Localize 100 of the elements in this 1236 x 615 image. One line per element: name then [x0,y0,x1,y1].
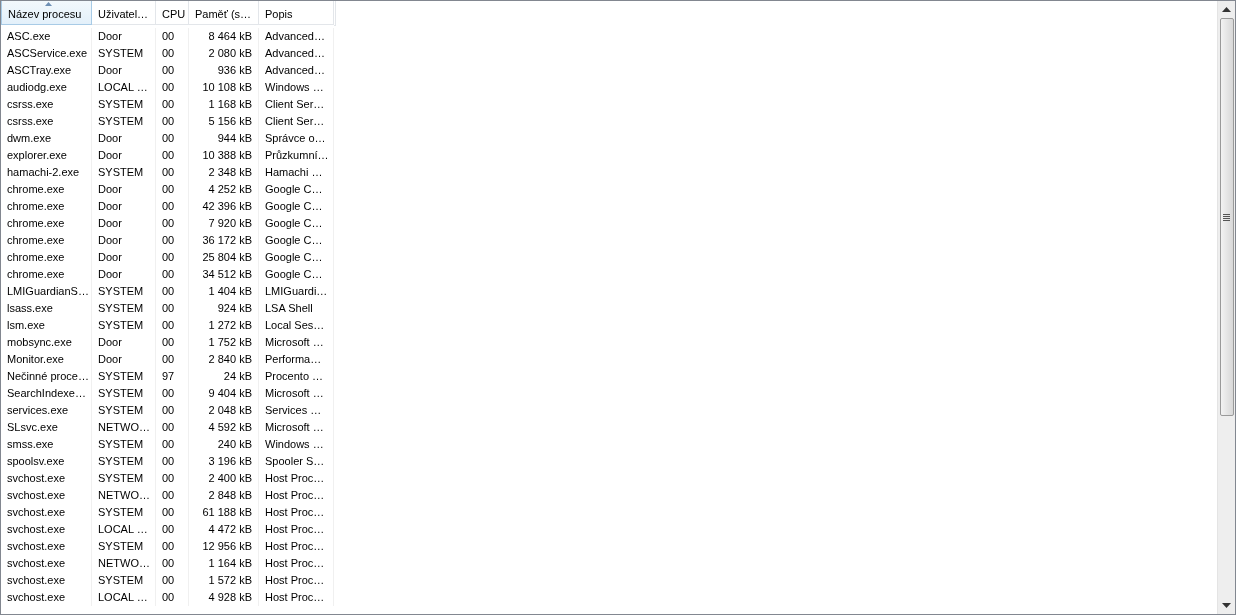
table-cell: Door [92,266,156,283]
table-cell: 00 [156,436,189,453]
table-cell: chrome.exe [1,181,92,198]
table-cell: 1 572 kB [189,572,259,589]
table-cell: ASC.exe [1,28,92,45]
table-cell: 00 [156,215,189,232]
table-cell: Google C… [259,198,334,215]
table-cell: chrome.exe [1,215,92,232]
table-cell: chrome.exe [1,232,92,249]
table-cell: svchost.exe [1,487,92,504]
table-cell: 4 592 kB [189,419,259,436]
column-header[interactable]: CPU [156,1,189,25]
table-cell: LOCAL … [92,589,156,606]
table-cell: Door [92,215,156,232]
table-cell: 4 928 kB [189,589,259,606]
table-cell: audiodg.exe [1,79,92,96]
table-cell: lsm.exe [1,317,92,334]
table-cell: chrome.exe [1,266,92,283]
table-cell: 00 [156,147,189,164]
table-cell: chrome.exe [1,249,92,266]
table-cell: chrome.exe [1,198,92,215]
table-cell: Door [92,62,156,79]
table-cell: LMIGuardianS… [1,283,92,300]
table-cell: 00 [156,572,189,589]
vertical-scrollbar[interactable] [1217,1,1235,614]
table-cell: Host Proc… [259,572,334,589]
table-cell: 240 kB [189,436,259,453]
table-cell: ASCService.exe [1,45,92,62]
column-header[interactable]: Popis [259,1,334,25]
table-cell: 00 [156,334,189,351]
scroll-down-arrow-icon[interactable] [1222,603,1231,608]
scroll-up-arrow-icon[interactable] [1222,7,1231,12]
table-cell: SYSTEM [92,283,156,300]
table-cell: 42 396 kB [189,198,259,215]
table-cell: LOCAL … [92,521,156,538]
table-cell: 2 840 kB [189,351,259,368]
scrollbar-thumb[interactable] [1219,18,1234,416]
table-cell: 00 [156,79,189,96]
table-cell: SYSTEM [92,300,156,317]
table-cell: 00 [156,181,189,198]
table-cell: 00 [156,402,189,419]
table-cell: 10 388 kB [189,147,259,164]
table-cell: 00 [156,555,189,572]
table-cell: Services … [259,402,334,419]
table-cell: Host Proc… [259,504,334,521]
table-cell: Windows … [259,436,334,453]
table-cell: Advanced… [259,28,334,45]
table-cell: 24 kB [189,368,259,385]
table-cell: 00 [156,164,189,181]
table-cell: 3 196 kB [189,453,259,470]
table-cell: svchost.exe [1,504,92,521]
table-cell: 00 [156,28,189,45]
column-header[interactable]: Paměť (s… [189,1,259,25]
table-cell: 5 156 kB [189,113,259,130]
table-cell: 25 804 kB [189,249,259,266]
table-cell: SYSTEM [92,164,156,181]
table-cell: 00 [156,521,189,538]
table-cell: SYSTEM [92,436,156,453]
table-cell: svchost.exe [1,572,92,589]
table-cell: Door [92,181,156,198]
table-cell: 4 472 kB [189,521,259,538]
table-cell: Procento … [259,368,334,385]
table-cell: 00 [156,232,189,249]
table-cell: 9 404 kB [189,385,259,402]
table-cell: 00 [156,470,189,487]
table-cell: Host Proc… [259,555,334,572]
table-cell: 00 [156,419,189,436]
table-cell: 1 164 kB [189,555,259,572]
sort-arrow-icon [45,2,52,6]
table-cell: SYSTEM [92,45,156,62]
table-cell: 00 [156,266,189,283]
table-cell: 00 [156,351,189,368]
table-cell: Door [92,249,156,266]
table-cell: 00 [156,45,189,62]
column-header[interactable]: Uživatel… [92,1,156,25]
table-cell: SYSTEM [92,96,156,113]
table-cell: Host Proc… [259,538,334,555]
table-cell: 1 272 kB [189,317,259,334]
table-cell: 00 [156,300,189,317]
table-cell: 00 [156,589,189,606]
table-cell: Google C… [259,266,334,283]
table-cell: SYSTEM [92,385,156,402]
table-cell: svchost.exe [1,589,92,606]
table-cell: 2 080 kB [189,45,259,62]
table-cell: services.exe [1,402,92,419]
table-cell: Monitor.exe [1,351,92,368]
table-cell: SYSTEM [92,538,156,555]
table-cell: Door [92,334,156,351]
table-cell: 00 [156,538,189,555]
table-cell: NETWO… [92,555,156,572]
table-cell: 7 920 kB [189,215,259,232]
table-cell: Microsoft … [259,419,334,436]
table-cell: svchost.exe [1,538,92,555]
table-cell: SYSTEM [92,402,156,419]
table-cell: ASCTray.exe [1,62,92,79]
column-header[interactable]: Název procesu [1,1,92,25]
table-cell: 97 [156,368,189,385]
table-cell: spoolsv.exe [1,453,92,470]
table-cell: Spooler S… [259,453,334,470]
table-cell: Microsoft … [259,334,334,351]
